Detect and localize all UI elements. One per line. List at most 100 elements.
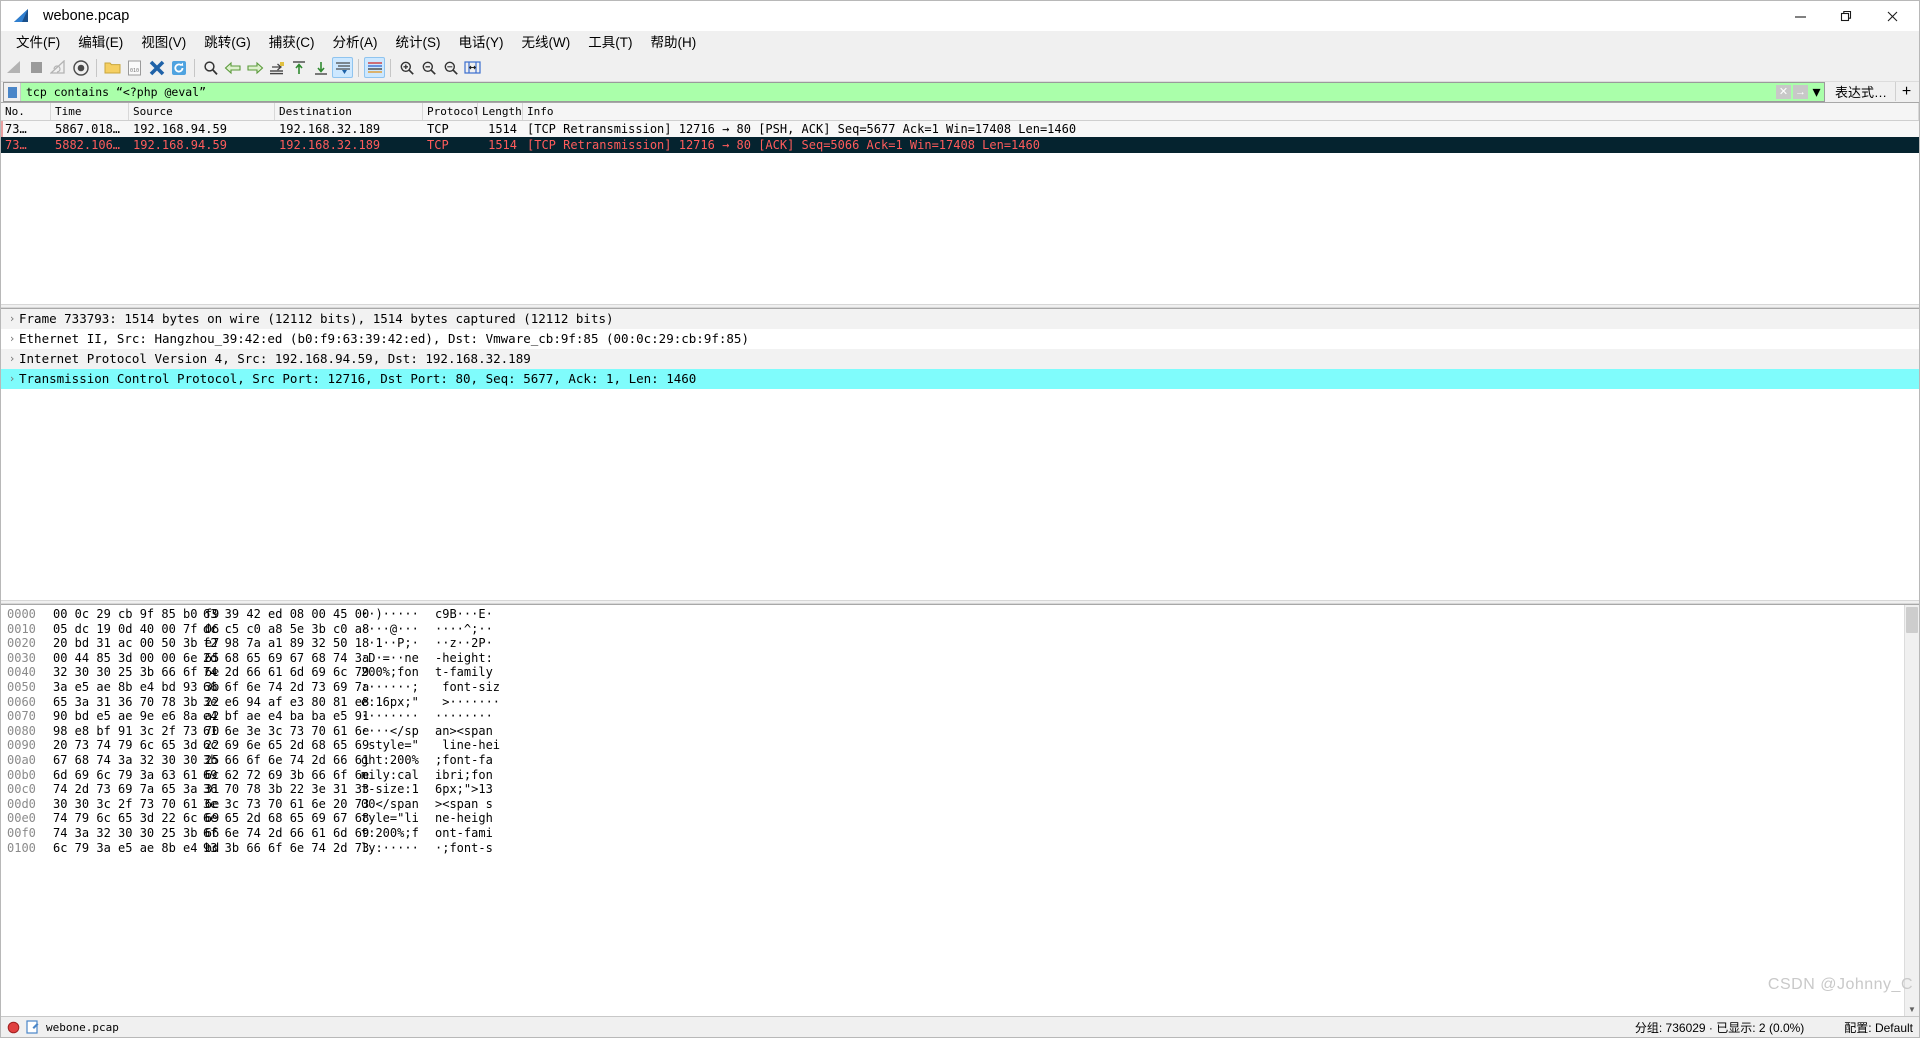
menu-telephony[interactable]: 电话(Y): [450, 32, 513, 53]
cell-info: [TCP Retransmission] 12716 → 80 [ACK] Se…: [527, 138, 1040, 152]
toolbar-separator-1: [96, 58, 97, 77]
record-icon[interactable]: [7, 1021, 20, 1034]
hex-offset: 0050: [7, 679, 36, 694]
detail-row-ipv4[interactable]: › Internet Protocol Version 4, Src: 192.…: [1, 349, 1919, 369]
chevron-right-icon[interactable]: ›: [5, 369, 19, 389]
hex-bytes-left: 90 bd e5 ae 9e e6 8a a2: [53, 709, 220, 724]
hex-row[interactable]: 0020 20 bd 31 ac 00 50 3b e7 f2 98 7a a1…: [1, 636, 1904, 651]
hex-row[interactable]: 0030 00 44 85 3d 00 00 6e 65 2d 68 65 69…: [1, 651, 1904, 666]
hex-row[interactable]: 0000 00 0c 29 cb 9f 85 b0 f9 63 39 42 ed…: [1, 607, 1904, 622]
hex-row[interactable]: 00a0 67 68 74 3a 32 30 30 25 3b 66 6f 6e…: [1, 753, 1904, 768]
hex-row[interactable]: 0090 20 73 74 79 6c 65 3d 22 6c 69 6e 65…: [1, 738, 1904, 753]
chevron-down-icon[interactable]: ▼: [1905, 1002, 1919, 1016]
hex-ascii-right: -height:: [435, 650, 493, 665]
chevron-right-icon[interactable]: ›: [5, 349, 19, 369]
stop-capture-icon[interactable]: [26, 57, 47, 78]
hex-offset: 0080: [7, 723, 36, 738]
hex-ascii-left: e:16px;": [361, 694, 419, 709]
capture-options-icon[interactable]: [70, 57, 91, 78]
detail-row-tcp[interactable]: › Transmission Control Protocol, Src Por…: [1, 369, 1919, 389]
menu-analyze[interactable]: 分析(A): [324, 32, 387, 53]
column-header-time[interactable]: Time: [51, 103, 129, 120]
menu-go[interactable]: 跳转(G): [195, 32, 260, 53]
filter-expression-button[interactable]: 表达式…: [1825, 82, 1895, 101]
table-row[interactable]: 73… 5882.106… 192.168.94.59 192.168.32.1…: [1, 137, 1919, 153]
cell-length: 1514: [488, 122, 517, 136]
resize-columns-icon[interactable]: [462, 57, 483, 78]
menu-edit[interactable]: 编辑(E): [69, 32, 132, 53]
hex-ascii-left: ··)·····: [361, 607, 419, 621]
menu-capture[interactable]: 捕获(C): [260, 32, 324, 53]
find-packet-icon[interactable]: [200, 57, 221, 78]
packet-bytes-content[interactable]: 0000 00 0c 29 cb 9f 85 b0 f9 63 39 42 ed…: [1, 605, 1904, 1016]
display-filter-text[interactable]: tcp contains “<?php @eval”: [21, 85, 1775, 99]
zoom-in-icon[interactable]: [396, 57, 417, 78]
hex-row[interactable]: 0040 32 30 30 25 3b 66 6f 6e 74 2d 66 61…: [1, 665, 1904, 680]
hex-row[interactable]: 00f0 74 3a 32 30 30 25 3b 66 6f 6e 74 2d…: [1, 826, 1904, 841]
menu-statistics[interactable]: 统计(S): [387, 32, 450, 53]
colorize-icon[interactable]: [364, 57, 385, 78]
column-header-protocol[interactable]: Protocol: [423, 103, 478, 120]
hex-row[interactable]: 0060 65 3a 31 36 70 78 3b 22 3e e6 94 af…: [1, 695, 1904, 710]
cell-no: 73…: [5, 138, 27, 152]
detail-row-frame[interactable]: › Frame 733793: 1514 bytes on wire (1211…: [1, 309, 1919, 329]
hex-row[interactable]: 00b0 6d 69 6c 79 3a 63 61 6c 69 62 72 69…: [1, 768, 1904, 783]
cell-time: 5882.106…: [55, 138, 121, 152]
column-header-length[interactable]: Length: [478, 103, 523, 120]
close-button[interactable]: [1869, 1, 1915, 31]
packet-bytes-scrollbar[interactable]: ▲ ▼: [1904, 605, 1919, 1016]
hex-ascii-left: style=": [361, 738, 419, 753]
start-capture-icon[interactable]: [4, 57, 25, 78]
zoom-out-icon[interactable]: [418, 57, 439, 78]
apply-filter-icon[interactable]: →: [1792, 85, 1808, 99]
toolbar-separator-4: [390, 58, 391, 77]
minimize-button[interactable]: [1777, 1, 1823, 31]
scrollbar-thumb[interactable]: [1906, 607, 1918, 633]
menu-view[interactable]: 视图(V): [132, 32, 195, 53]
column-header-info[interactable]: Info: [523, 103, 1919, 120]
hex-bytes-left: 20 bd 31 ac 00 50 3b e7: [53, 636, 220, 651]
clear-filter-icon[interactable]: ✕: [1775, 85, 1791, 99]
chevron-right-icon[interactable]: ›: [5, 329, 19, 349]
go-to-packet-icon[interactable]: [266, 57, 287, 78]
go-first-packet-icon[interactable]: [288, 57, 309, 78]
capture-comment-icon[interactable]: [26, 1020, 40, 1034]
hex-row[interactable]: 0070 90 bd e5 ae 9e e6 8a a2 e4 bf ae e4…: [1, 709, 1904, 724]
zoom-reset-icon[interactable]: [440, 57, 461, 78]
detail-row-ethernet[interactable]: › Ethernet II, Src: Hangzhou_39:42:ed (b…: [1, 329, 1919, 349]
reload-file-icon[interactable]: [168, 57, 189, 78]
table-row[interactable]: 73… 5867.018… 192.168.94.59 192.168.32.1…: [1, 121, 1919, 137]
bookmark-icon[interactable]: [4, 83, 21, 101]
hex-row[interactable]: 00e0 74 79 6c 65 3d 22 6c 69 6e 65 2d 68…: [1, 811, 1904, 826]
chevron-down-icon[interactable]: ▾: [1808, 83, 1824, 101]
restart-capture-icon[interactable]: [48, 57, 69, 78]
menu-file[interactable]: 文件(F): [7, 32, 69, 53]
menu-tools[interactable]: 工具(T): [579, 32, 641, 53]
column-header-source[interactable]: Source: [129, 103, 275, 120]
display-filter-input[interactable]: tcp contains “<?php @eval” ✕ → ▾: [3, 82, 1825, 102]
hex-row[interactable]: 0080 98 e8 bf 91 3c 2f 73 70 61 6e 3e 3c…: [1, 724, 1904, 739]
hex-row[interactable]: 0010 05 dc 19 0d 40 00 7f 06 dc c5 c0 a8…: [1, 622, 1904, 637]
column-header-destination[interactable]: Destination: [275, 103, 423, 120]
hex-row[interactable]: 0100 6c 79 3a e5 ae 8b e4 bd 93 3b 66 6f…: [1, 841, 1904, 856]
wireshark-window: webone.pcap 文件(F) 编辑(E) 视图(V) 跳转(G) 捕获(C…: [0, 0, 1920, 1038]
hex-row[interactable]: 00c0 74 2d 73 69 7a 65 3a 31 36 70 78 3b…: [1, 782, 1904, 797]
save-file-icon[interactable]: 010: [124, 57, 145, 78]
close-file-icon[interactable]: [146, 57, 167, 78]
hex-offset: 0000: [7, 607, 36, 621]
go-last-packet-icon[interactable]: [310, 57, 331, 78]
menu-help[interactable]: 帮助(H): [641, 32, 705, 53]
packet-detail-pane: › Frame 733793: 1514 bytes on wire (1211…: [1, 308, 1919, 600]
maximize-button[interactable]: [1823, 1, 1869, 31]
hex-row[interactable]: 00d0 30 30 3c 2f 73 70 61 6e 3e 3c 73 70…: [1, 797, 1904, 812]
chevron-right-icon[interactable]: ›: [5, 309, 19, 329]
add-filter-button[interactable]: +: [1895, 82, 1917, 101]
menu-wireless[interactable]: 无线(W): [513, 32, 580, 53]
go-forward-icon[interactable]: [244, 57, 265, 78]
hex-row[interactable]: 0050 3a e5 ae 8b e4 bd 93 3b 66 6f 6e 74…: [1, 680, 1904, 695]
column-header-no[interactable]: No.: [1, 103, 51, 120]
go-back-icon[interactable]: [222, 57, 243, 78]
auto-scroll-icon[interactable]: [332, 57, 353, 78]
open-file-icon[interactable]: [102, 57, 123, 78]
status-profile-label[interactable]: 配置: Default: [1844, 1019, 1913, 1036]
